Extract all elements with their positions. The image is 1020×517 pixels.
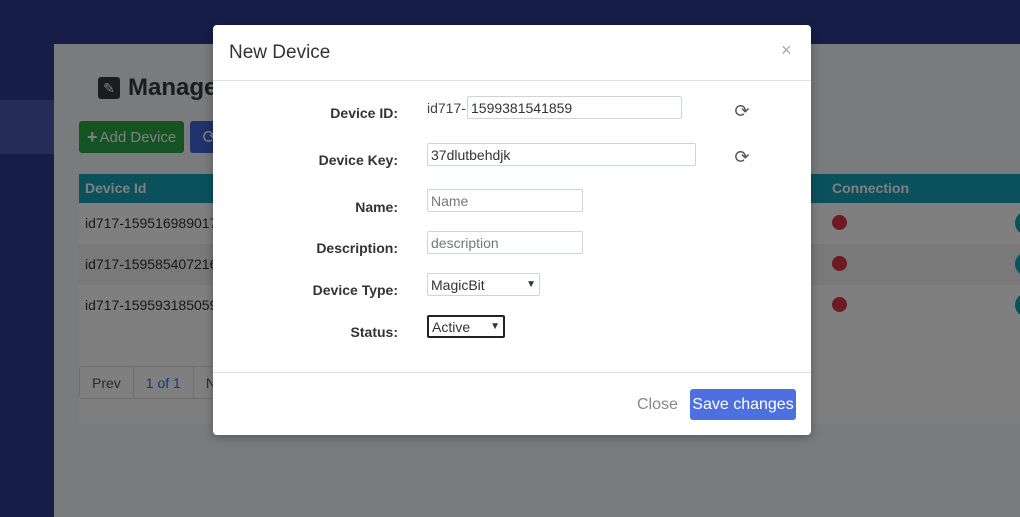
device-key-input[interactable] (427, 143, 696, 166)
name-label: Name: (355, 199, 398, 215)
status-select[interactable]: Active ▼ (427, 315, 505, 338)
chevron-down-icon: ▼ (490, 321, 500, 332)
description-label: Description: (316, 240, 398, 256)
close-icon[interactable]: × (781, 40, 792, 61)
description-input[interactable] (427, 231, 583, 254)
status-value: Active (432, 318, 471, 335)
device-type-label: Device Type: (312, 282, 398, 298)
modal-header: New Device × (213, 25, 811, 81)
device-id-prefix: id717- (427, 100, 466, 116)
new-device-modal: New Device × Device ID: id717- ⟳ Device … (213, 25, 811, 435)
status-label: Status: (350, 324, 398, 340)
device-type-value: MagicBit (431, 276, 485, 293)
device-id-input[interactable] (467, 96, 682, 119)
device-id-label: Device ID: (330, 105, 398, 121)
device-type-select[interactable]: MagicBit ▼ (427, 273, 540, 296)
device-key-label: Device Key: (318, 152, 398, 168)
close-button[interactable]: Close (637, 396, 678, 414)
chevron-down-icon: ▼ (526, 279, 536, 290)
regenerate-key-icon[interactable]: ⟳ (733, 148, 751, 166)
name-input[interactable] (427, 189, 583, 212)
modal-title: New Device (229, 42, 331, 63)
regenerate-id-icon[interactable]: ⟳ (733, 102, 751, 120)
save-changes-button[interactable]: Save changes (690, 389, 796, 420)
modal-footer: Close Save changes (213, 372, 811, 435)
